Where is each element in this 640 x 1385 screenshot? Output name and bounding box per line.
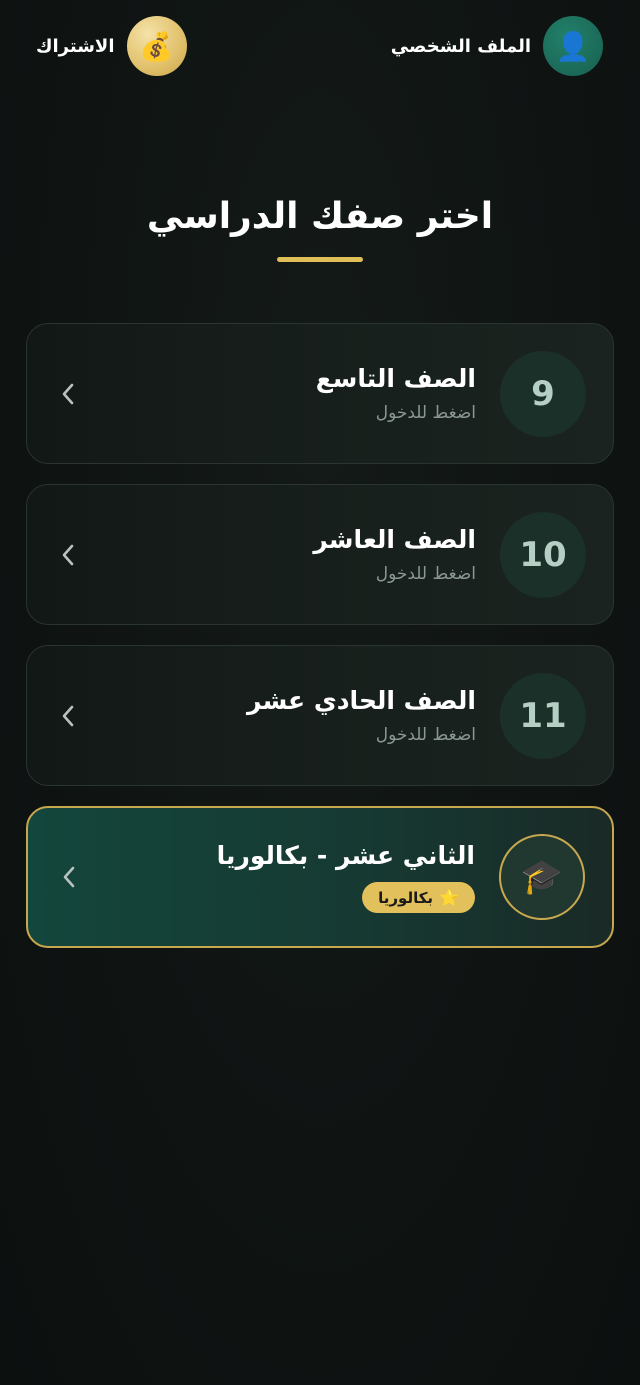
grade-title: الصف التاسع [315,364,476,393]
grade-title: الصف الحادي عشر [247,686,476,715]
page-title-section: اختر صفك الدراسي [0,196,640,262]
subscription-button[interactable]: 💰 الاشتراك [36,16,187,76]
user-icon: 👤 [543,16,603,76]
chevron-left-icon [57,383,79,405]
grade-number-badge: 9 [500,350,586,437]
grade-number-badge: 10 [500,511,586,598]
graduation-cap-icon: 🎓 [499,834,585,920]
profile-label: الملف الشخصي [390,35,531,57]
grade-card-text: الصف العاشر اضغط للدخول [79,525,476,584]
grade-card-text: الثاني عشر - بكالوريا ⭐ بكالوريا [80,841,475,913]
grade-card-text: الصف الحادي عشر اضغط للدخول [79,686,476,745]
money-bag-icon-glyph: 💰 [139,29,174,63]
profile-button[interactable]: 👤 الملف الشخصي [391,16,603,76]
grade-list: 9 الصف التاسع اضغط للدخول 10 الصف العاشر… [26,323,614,968]
chevron-left-icon [57,705,79,727]
graduation-cap-glyph: 🎓 [520,857,564,897]
top-header: 👤 الملف الشخصي 💰 الاشتراك [0,16,640,76]
chevron-left-icon [57,544,79,566]
star-icon: ⭐ [439,888,459,907]
grade-subtitle: اضغط للدخول [375,725,476,745]
grade-title: الثاني عشر - بكالوريا [216,841,475,870]
page-title: اختر صفك الدراسي [146,196,494,237]
grade-card-9[interactable]: 9 الصف التاسع اضغط للدخول [26,323,614,464]
title-underline [277,257,363,262]
user-icon-glyph: 👤 [555,29,591,63]
grade-subtitle: اضغط للدخول [375,564,476,584]
grade-card-12-baccalaureate[interactable]: 🎓 الثاني عشر - بكالوريا ⭐ بكالوريا [26,806,614,948]
grade-subtitle: اضغط للدخول [375,403,476,423]
baccalaureate-badge: ⭐ بكالوريا [362,882,475,913]
grade-card-text: الصف التاسع اضغط للدخول [79,364,476,423]
grade-selection-screen: 👤 الملف الشخصي 💰 الاشتراك اختر صفك الدرا… [0,0,640,1385]
grade-card-10[interactable]: 10 الصف العاشر اضغط للدخول [26,484,614,625]
grade-number-badge: 11 [500,672,586,759]
badge-label: بكالوريا [378,888,434,907]
chevron-left-icon [58,866,80,888]
money-bag-icon: 💰 [126,16,187,76]
grade-title: الصف العاشر [313,525,476,554]
grade-card-11[interactable]: 11 الصف الحادي عشر اضغط للدخول [26,645,614,786]
subscription-label: الاشتراك [36,35,115,57]
